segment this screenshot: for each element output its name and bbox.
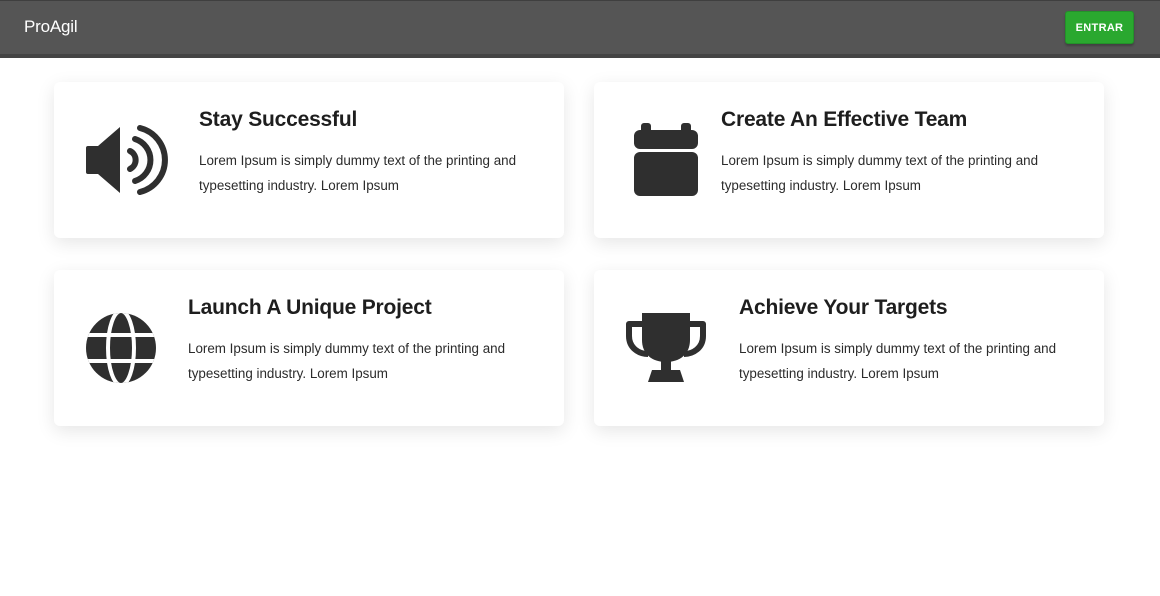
top-navbar: ProAgil ENTRAR bbox=[0, 0, 1160, 58]
feature-title: Achieve Your Targets bbox=[739, 296, 948, 319]
feature-card-unique-project: Launch A Unique Project Lorem Ipsum is s… bbox=[54, 270, 564, 426]
feature-description: Lorem Ipsum is simply dummy text of the … bbox=[739, 341, 1057, 381]
feature-card-stay-successful: Stay Successful Lorem Ipsum is simply du… bbox=[54, 82, 564, 238]
feature-description: Lorem Ipsum is simply dummy text of the … bbox=[721, 153, 1039, 193]
feature-title: Create An Effective Team bbox=[721, 108, 968, 131]
globe-icon bbox=[84, 310, 168, 386]
feature-title: Launch A Unique Project bbox=[188, 296, 432, 319]
feature-card-achieve-targets: Achieve Your Targets Lorem Ipsum is simp… bbox=[594, 270, 1104, 426]
feature-description: Lorem Ipsum is simply dummy text of the … bbox=[188, 341, 506, 381]
feature-description: Lorem Ipsum is simply dummy text of the … bbox=[199, 153, 517, 193]
trophy-icon bbox=[624, 310, 708, 386]
login-button[interactable]: ENTRAR bbox=[1065, 11, 1134, 44]
brand-logo[interactable]: ProAgil bbox=[24, 17, 78, 37]
feature-title: Stay Successful bbox=[199, 108, 358, 131]
megaphone-icon bbox=[84, 122, 168, 198]
feature-card-effective-team: Create An Effective Team Lorem Ipsum is … bbox=[594, 82, 1104, 238]
calendar-icon bbox=[624, 122, 708, 198]
